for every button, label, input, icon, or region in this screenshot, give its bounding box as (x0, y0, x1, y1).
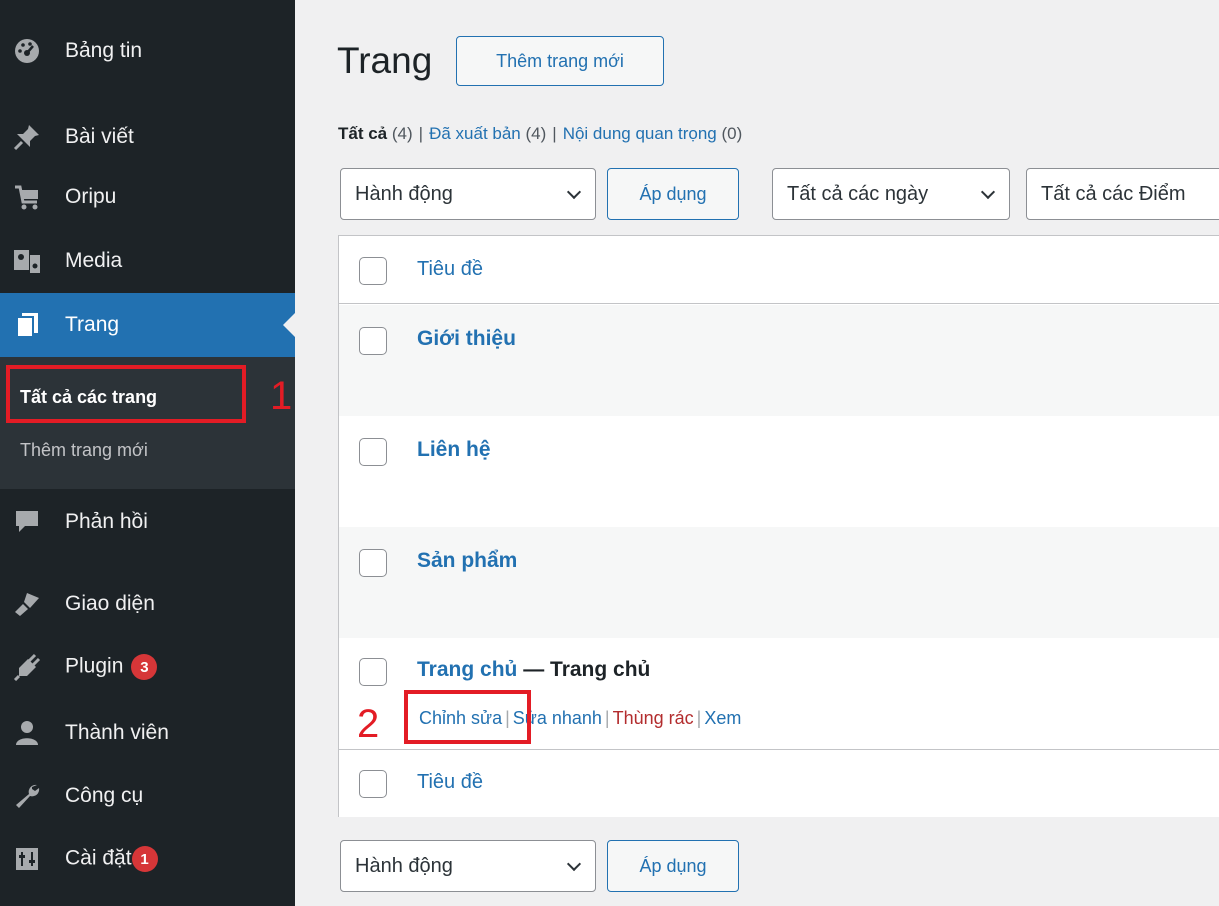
active-indicator (283, 313, 295, 337)
bulk-action-select[interactable]: Hành động (340, 168, 596, 220)
settings-icon (12, 844, 42, 874)
dashboard-icon (12, 36, 42, 66)
select-all-checkbox[interactable] (359, 257, 387, 285)
submenu-add-new-page[interactable]: Thêm trang mới (20, 440, 148, 461)
sidebar-item-oripu[interactable]: Oripu (0, 171, 295, 223)
page-state: — Trang chủ (523, 658, 651, 681)
filter-all[interactable]: Tất cả (338, 124, 387, 143)
annotation-number-2: 2 (357, 702, 380, 746)
sidebar-item-label: Giao diện (65, 592, 155, 615)
table-row: Sản phẩm (339, 527, 1219, 638)
trash-link[interactable]: Thùng rác (613, 708, 694, 728)
brush-icon (12, 589, 42, 619)
page-icon (12, 310, 42, 340)
apply-button-bottom[interactable]: Áp dụng (607, 840, 739, 892)
apply-button[interactable]: Áp dụng (607, 168, 739, 220)
sidebar-item-dashboard[interactable]: Bảng tin (0, 25, 295, 77)
add-new-page-button[interactable]: Thêm trang mới (456, 36, 664, 86)
bulk-action-value: Hành động (355, 854, 453, 877)
action-separator: | (696, 708, 702, 728)
table-row: Liên hệ (339, 416, 1219, 527)
sidebar-item-users[interactable]: Thành viên (0, 707, 295, 759)
filter-published-count: (4) (525, 124, 547, 143)
annotation-box-2 (404, 690, 531, 744)
chevron-down-icon (566, 856, 582, 872)
date-filter-value: Tất cả các ngày (787, 182, 929, 205)
points-filter-value: Tất cả các Điểm (1041, 182, 1186, 205)
select-all-checkbox[interactable] (359, 770, 387, 798)
sidebar-item-appearance[interactable]: Giao diện (0, 578, 295, 630)
chevron-down-icon (980, 184, 996, 200)
chevron-down-icon (566, 184, 582, 200)
settings-update-badge: 1 (131, 846, 158, 872)
row-checkbox[interactable] (359, 549, 387, 577)
annotation-number-1: 1 (270, 374, 293, 418)
row-checkbox[interactable] (359, 438, 387, 466)
settings-label-text: Cài đặt (65, 846, 132, 870)
points-filter-select[interactable]: Tất cả các Điểm (1026, 168, 1219, 220)
page-title-link[interactable]: Trang chủ — Trang chủ (417, 658, 650, 682)
action-separator: | (604, 708, 610, 728)
view-link[interactable]: Xem (704, 708, 741, 728)
plugin-update-badge: 3 (131, 654, 158, 680)
admin-sidebar: Bảng tin Bài viết Oripu Media Trang Tất … (0, 0, 295, 906)
sidebar-item-label: Phản hồi (65, 510, 148, 533)
plugin-icon (12, 652, 42, 682)
sidebar-item-plugins[interactable]: Plugin 3 (0, 641, 295, 693)
table-row: Giới thiệu (339, 305, 1219, 416)
row-checkbox[interactable] (359, 327, 387, 355)
pin-icon (12, 122, 42, 152)
sidebar-item-tools[interactable]: Công cụ (0, 770, 295, 822)
status-filters: Tất cả (4) | Đã xuất bản (4) | Nội dung quan… (338, 124, 742, 144)
cart-icon (12, 182, 42, 212)
row-checkbox[interactable] (359, 658, 387, 686)
sidebar-item-comments[interactable]: Phản hồi (0, 496, 295, 548)
filter-important[interactable]: Nội dung quan trọng (563, 124, 717, 143)
sidebar-item-settings[interactable]: Cài đặt 1 (0, 833, 295, 885)
sidebar-item-label: Media (65, 249, 123, 272)
page-title-link[interactable]: Sản phẩm (417, 549, 517, 573)
column-title-footer[interactable]: Tiêu đề (417, 771, 483, 794)
bulk-action-value: Hành động (355, 182, 453, 205)
annotation-box-1 (6, 365, 246, 423)
page-title-link[interactable]: Giới thiệu (417, 327, 516, 351)
sidebar-item-label: Thành viên (65, 721, 169, 744)
bulk-action-select-bottom[interactable]: Hành động (340, 840, 596, 892)
date-filter-select[interactable]: Tất cả các ngày (772, 168, 1010, 220)
sidebar-item-label: Cài đặt 1 (65, 846, 158, 872)
media-icon (12, 246, 42, 276)
comment-icon (12, 507, 42, 537)
filter-important-count: (0) (721, 124, 743, 143)
plugin-label-text: Plugin (65, 654, 124, 678)
sidebar-item-label: Công cụ (65, 784, 144, 807)
sidebar-item-label: Trang (65, 313, 120, 336)
sidebar-item-posts[interactable]: Bài viết (0, 111, 295, 163)
table-footer-row: Tiêu đề (339, 749, 1219, 817)
table-header-row: Tiêu đề (339, 236, 1219, 304)
user-icon (12, 718, 42, 748)
sidebar-item-label: Bảng tin (65, 39, 143, 62)
column-title-header[interactable]: Tiêu đề (417, 258, 483, 281)
filter-published[interactable]: Đã xuất bản (429, 124, 521, 143)
page-title-link[interactable]: Liên hệ (417, 438, 491, 462)
wrench-icon (12, 781, 42, 811)
filter-all-count: (4) (391, 124, 413, 143)
sidebar-item-label: Oripu (65, 185, 117, 208)
sidebar-item-label: Plugin 3 (65, 654, 158, 680)
filter-separator: | (418, 124, 424, 143)
sidebar-item-label: Bài viết (65, 125, 134, 148)
sidebar-item-pages[interactable]: Trang (0, 293, 295, 357)
sidebar-item-media[interactable]: Media (0, 235, 295, 287)
page-title: Trang (337, 40, 433, 81)
filter-separator: | (552, 124, 557, 143)
page-title-text: Trang chủ (417, 658, 518, 681)
